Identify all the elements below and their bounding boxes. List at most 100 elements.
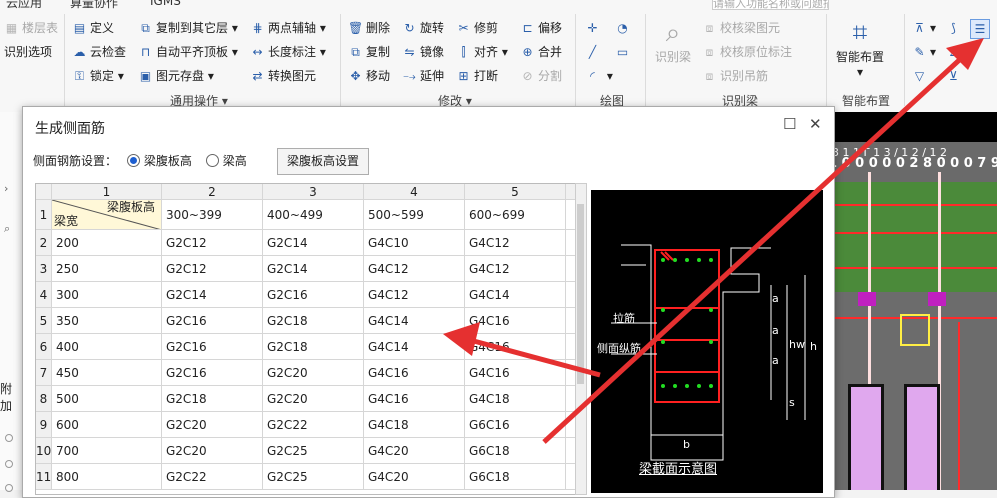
beam-width-cell[interactable]: 200 [52, 230, 162, 256]
maximize-icon[interactable]: ☐ [783, 115, 796, 133]
beam-width-cell[interactable]: 800 [52, 464, 162, 490]
break-button[interactable]: ⊞ 打断 [456, 66, 498, 86]
rebar-spec-cell[interactable]: G2C16 [162, 360, 263, 386]
row-number[interactable]: 2 [36, 230, 52, 256]
radio-beam-height[interactable]: 梁高 [205, 154, 247, 168]
beam-width-cell[interactable]: 300 [52, 282, 162, 308]
recognize-options-button[interactable]: 识别选项 [4, 42, 52, 62]
beam-width-cell[interactable]: 450 [52, 360, 162, 386]
rebar-spec-cell[interactable]: G6C18 [465, 438, 566, 464]
rebar-spec-cell[interactable]: G2C20 [162, 438, 263, 464]
rebar-spec-cell[interactable]: G2C12 [162, 256, 263, 282]
beam-width-cell[interactable]: 250 [52, 256, 162, 282]
radio-web-height[interactable]: 梁腹板高 [126, 154, 192, 168]
row-number[interactable]: 9 [36, 412, 52, 438]
convert-element-button[interactable]: ⇄ 转换图元 [250, 66, 316, 86]
rebar-spec-cell[interactable]: G2C18 [263, 308, 364, 334]
lock-button[interactable]: ⚿ 锁定 ▾ [72, 66, 124, 86]
offset-button[interactable]: ⊏ 偏移 [520, 18, 562, 38]
rebar-spec-cell[interactable]: G6C16 [465, 412, 566, 438]
cad-canvas[interactable]: 3 1 1 Γ 1 3 / 1 2 / 1 2 1 0 0 0 0 0 2 8 … [828, 112, 997, 490]
copy-to-floor-button[interactable]: ⧉ 复制到其它层 ▾ [138, 18, 238, 38]
search-icon[interactable]: ⌕ [4, 222, 10, 236]
menu-collab[interactable]: 算量协作 [70, 0, 118, 11]
rebar-spec-cell[interactable]: G2C20 [162, 412, 263, 438]
rebar-spec-cell[interactable]: G4C16 [364, 386, 465, 412]
close-icon[interactable]: ✕ [809, 115, 822, 133]
rebar-spec-cell[interactable]: G2C20 [263, 386, 364, 412]
cloud-check-button[interactable]: ☁ 云检查 [72, 42, 127, 62]
beam-width-cell[interactable]: 600 [52, 412, 162, 438]
range-header-cell[interactable]: 400~499 [263, 200, 364, 230]
row-number[interactable]: 11 [36, 464, 52, 490]
rebar-spec-cell[interactable]: G4C12 [465, 256, 566, 282]
row-number[interactable]: 3 [36, 256, 52, 282]
align-button[interactable]: ⫿ 对齐 ▾ [456, 42, 508, 62]
rebar-spec-cell[interactable]: G4C16 [465, 334, 566, 360]
col-number[interactable]: 3 [263, 184, 364, 200]
expand-arrow-icon[interactable]: › [4, 182, 8, 195]
rebar-spec-cell[interactable]: G6C18 [465, 464, 566, 490]
beam-tool-3-button[interactable]: ✎ ▾ [912, 42, 936, 62]
row-number[interactable]: 10 [36, 438, 52, 464]
rebar-spec-cell[interactable]: G4C16 [465, 360, 566, 386]
web-height-setting-button[interactable]: 梁腹板高设置 [277, 148, 369, 175]
rebar-spec-cell[interactable]: G2C22 [263, 412, 364, 438]
generate-side-rebar-icon[interactable]: ☰ [970, 19, 990, 39]
element-save-button[interactable]: ▣ 图元存盘 ▾ [138, 66, 214, 86]
mirror-button[interactable]: ⇋ 镜像 [402, 42, 444, 62]
recognize-hanger-button[interactable]: ⧈ 识别吊筋 [702, 66, 768, 86]
rebar-spec-cell[interactable]: G2C12 [162, 230, 263, 256]
row-number[interactable]: 5 [36, 308, 52, 334]
copy-button[interactable]: ⧉ 复制 [348, 42, 390, 62]
rebar-spec-cell[interactable]: G4C14 [364, 308, 465, 334]
beam-tool-1-button[interactable]: ⊼ ▾ [912, 18, 936, 38]
radio-dot[interactable] [5, 460, 13, 468]
beam-width-cell[interactable]: 400 [52, 334, 162, 360]
length-dimension-button[interactable]: ↔ 长度标注 ▾ [250, 42, 325, 62]
floor-table-button[interactable]: ▦ 楼层表 [4, 18, 58, 38]
rebar-spec-cell[interactable]: G4C18 [465, 386, 566, 412]
search-input[interactable]: 请输入功能名称或问题描述 [712, 0, 829, 10]
rebar-spec-cell[interactable]: G2C25 [263, 438, 364, 464]
row-number[interactable]: 6 [36, 334, 52, 360]
range-header-cell[interactable]: 500~599 [364, 200, 465, 230]
check-origin-dim-button[interactable]: ⧈ 校核原位标注 [702, 42, 792, 62]
delete-button[interactable]: 🗑 删除 [348, 18, 390, 38]
rebar-spec-cell[interactable]: G4C20 [364, 464, 465, 490]
rebar-spec-cell[interactable]: G2C18 [162, 386, 263, 412]
rebar-spec-cell[interactable]: G2C20 [263, 360, 364, 386]
range-header-cell[interactable]: 600~699 [465, 200, 566, 230]
rebar-spec-cell[interactable]: G2C16 [263, 282, 364, 308]
rebar-spec-cell[interactable]: G2C25 [263, 464, 364, 490]
beam-tool-6-button[interactable]: ⊻ [946, 66, 964, 86]
row-number[interactable]: 8 [36, 386, 52, 412]
draw-clock-button[interactable]: ◔ [615, 18, 633, 38]
rebar-spec-cell[interactable]: G4C14 [465, 282, 566, 308]
row-number[interactable]: 4 [36, 282, 52, 308]
beam-tool-5-button[interactable]: ▽ [912, 66, 930, 86]
two-point-axis-button[interactable]: ⋕ 两点辅轴 ▾ [250, 18, 325, 38]
recognize-beam-button[interactable]: ⌕ 识别梁 [650, 18, 696, 65]
rebar-spec-cell[interactable]: G4C12 [364, 282, 465, 308]
draw-line-button[interactable]: ╱ [585, 42, 603, 62]
check-beam-element-button[interactable]: ⧈ 校核梁图元 [702, 18, 780, 38]
extend-button[interactable]: ⤍ 延伸 [402, 66, 444, 86]
col-number[interactable]: 2 [162, 184, 263, 200]
beam-width-cell[interactable]: 350 [52, 308, 162, 334]
rebar-spec-cell[interactable]: G4C14 [364, 334, 465, 360]
rebar-spec-cell[interactable]: G2C14 [263, 256, 364, 282]
rebar-spec-cell[interactable]: G4C18 [364, 412, 465, 438]
rebar-spec-cell[interactable]: G4C20 [364, 438, 465, 464]
rebar-spec-cell[interactable]: G4C10 [364, 230, 465, 256]
rebar-spec-cell[interactable]: G4C16 [364, 360, 465, 386]
range-header-cell[interactable]: 300~399 [162, 200, 263, 230]
move-button[interactable]: ✥ 移动 [348, 66, 390, 86]
rebar-spec-cell[interactable]: G2C16 [162, 334, 263, 360]
col-number[interactable]: 4 [364, 184, 465, 200]
scroll-thumb[interactable] [577, 204, 584, 384]
beam-tool-2-button[interactable]: ⟆ [946, 18, 964, 38]
rebar-spec-cell[interactable]: G2C18 [263, 334, 364, 360]
smart-layout-button[interactable]: ⌗ 智能布置 ▾ [832, 18, 888, 79]
rebar-spec-cell[interactable]: G2C16 [162, 308, 263, 334]
